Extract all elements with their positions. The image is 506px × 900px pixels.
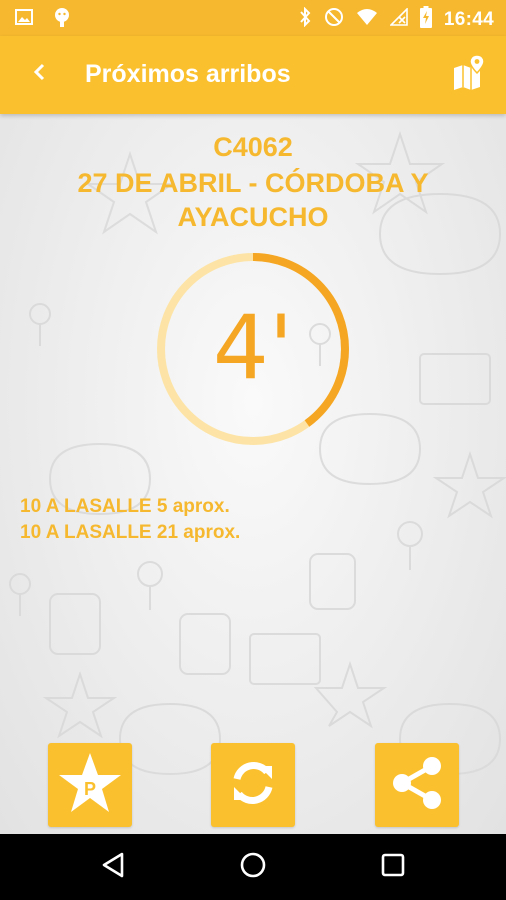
share-button[interactable] [375,743,459,827]
clock: 16:44 [443,8,494,30]
stop-name: 27 DE ABRIL - CÓRDOBA Y AYACUCHO [77,168,429,232]
status-bar: 16:44 [0,0,506,36]
triangle-back-icon [100,851,126,884]
arrivals-list: 10 A LASALLE 5 aprox. 10 A LASALLE 21 ap… [20,494,240,546]
share-icon [387,753,447,818]
arrival-item: 10 A LASALLE 21 aprox. [20,522,241,543]
chevron-left-icon [32,62,48,87]
nav-recents-button[interactable] [376,850,410,884]
bluetooth-icon [298,6,312,32]
do-not-disturb-icon [324,7,344,32]
favorite-button[interactable]: P [48,743,132,827]
back-button[interactable] [22,56,58,92]
refresh-button[interactable] [211,743,295,827]
timer-value: 4' [212,296,294,399]
arrival-timer: 4' [154,250,352,448]
image-icon [14,7,34,32]
no-signal-icon [388,7,408,31]
square-recents-icon [380,852,406,883]
battery-charging-icon [419,6,432,33]
system-nav-bar [0,834,506,900]
refresh-icon [225,755,281,816]
star-parking-icon: P [58,751,122,820]
svg-text:P: P [84,779,96,799]
android-icon [52,6,72,33]
wifi-icon [356,8,378,31]
page-title: Próximos arribos [85,60,291,88]
stop-code: C4062 [213,132,293,162]
arrival-item: 10 A LASALLE 5 aprox. [20,496,230,517]
circle-home-icon [239,851,267,884]
app-bar: Próximos arribos [0,36,506,114]
map-pin-icon [452,53,488,95]
nav-home-button[interactable] [236,850,270,884]
map-button[interactable] [450,53,490,95]
nav-back-button[interactable] [96,850,130,884]
arrivals-panel: C4062 27 DE ABRIL - CÓRDOBA Y AYACUCHO 4… [0,114,506,834]
